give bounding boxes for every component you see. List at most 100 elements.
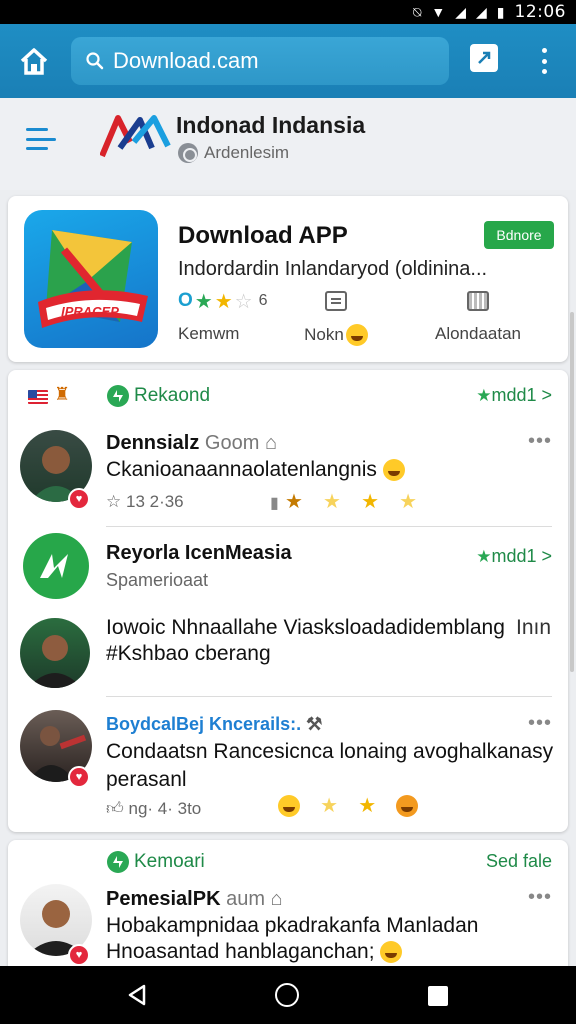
pin-icon: ⌂ [264, 432, 278, 454]
post-text-right: Inın [516, 616, 552, 639]
star-icon: ★ [323, 491, 341, 513]
wifi-icon: ▼ [431, 4, 446, 20]
pin-icon: ⌂ [270, 888, 283, 910]
post-options-icon[interactable]: ••• [528, 430, 552, 453]
gallery-icon [467, 291, 489, 311]
post-text: Condaatsn Rancesicnca lonaing avoghalkan… [106, 740, 554, 791]
app-card[interactable]: IPRACEP Download APP Bdnore Indordardin … [8, 196, 568, 362]
star-outline-icon: ☆ [106, 492, 122, 511]
star-icon: ★ [476, 547, 492, 566]
star-icon: ★ [399, 491, 418, 513]
bottle-icon: ▮ [270, 495, 279, 512]
post-text-content: Ckanioanaannaolatenlangnis [106, 458, 377, 481]
scrollbar[interactable] [570, 312, 574, 672]
tab-switch-icon [478, 51, 491, 64]
document-icon [325, 291, 347, 311]
post-stats: ☆ 13 2·36 [106, 492, 184, 512]
post-more-text: mdd1 > [491, 546, 552, 566]
trophy-icon: ♜ [54, 384, 71, 404]
divider [106, 526, 552, 527]
channel-logo-icon[interactable] [22, 532, 90, 600]
site-subtitle: Ardenlesim [178, 143, 289, 163]
url-text: Download.cam [113, 48, 259, 73]
app-logo-graphic: IPRACEP [38, 230, 148, 328]
star-icon: ★ [361, 491, 379, 513]
post-author[interactable]: Dennsialz Goom ⌂ [106, 432, 277, 455]
url-bar[interactable]: Download.cam [71, 37, 449, 85]
hamburger-menu-icon[interactable] [26, 128, 56, 150]
section-title: Kemoari [134, 851, 205, 872]
smile-emoji-icon [380, 941, 403, 964]
post-author-name: Dennsialz [106, 432, 200, 454]
status-bar: ⍉ ▼ ◢ ◢ ▮ 12:06 [0, 0, 576, 24]
post-subtitle: Spamerioaat [106, 570, 209, 590]
section-more-link[interactable]: ★mdd1 > [476, 385, 552, 406]
site-header: Indonad Indansia Ardenlesim [0, 98, 576, 190]
search-icon [86, 52, 104, 70]
star-icon: ★ [214, 290, 233, 313]
heart-badge-icon: ♥ [68, 944, 90, 966]
browser-toolbar: Download.cam [0, 24, 576, 98]
post-author[interactable]: Reyorla IcenMeasia [106, 542, 292, 565]
heart-badge-icon: ♥ [68, 766, 90, 788]
post-author[interactable]: PemesialPK aum ⌂ [106, 888, 283, 911]
app-meta: O ★ ★ ☆ 6 Kemwm Nokn Alondaatan [178, 288, 558, 346]
section-more-link[interactable]: Sed fale [486, 851, 552, 872]
post-stats: 👍︎ ng· 4· 3to [106, 798, 201, 819]
star-icon: ★ [476, 386, 492, 405]
smile-emoji-icon [345, 324, 368, 346]
meta-rating: O ★ ★ ☆ 6 Kemwm [178, 288, 278, 344]
install-button[interactable]: Bdnore [484, 221, 554, 249]
star-icon: ★ [284, 491, 303, 513]
globe-icon [178, 143, 198, 163]
post-author-name: PemesialPK [106, 888, 221, 910]
home-circle-icon[interactable] [275, 983, 299, 1007]
tabs-button[interactable] [470, 44, 498, 72]
signal-icon-2: ◢ [476, 3, 487, 20]
system-nav-bar [0, 966, 576, 1024]
site-logo[interactable] [100, 112, 172, 162]
post-stats-text: 13 2·36 [125, 492, 184, 511]
app-title: Download APP [178, 222, 348, 249]
star-icon: ★ [194, 290, 213, 313]
recommend-icon [107, 385, 129, 407]
post-more-link[interactable]: ★mdd1 > [476, 546, 552, 567]
post-author-meta: Goom [204, 432, 260, 454]
post-text-line1: Iowoic Nhnaallahe Viasksloadadidemblang [106, 616, 505, 639]
menu-dot [541, 48, 547, 53]
divider [106, 696, 552, 697]
laugh-emoji-icon [382, 459, 405, 482]
back-icon[interactable] [126, 984, 148, 1006]
post-author-meta: aum [226, 888, 265, 910]
flag-icon [28, 390, 48, 404]
app-icon[interactable]: IPRACEP [24, 210, 158, 348]
post-stats-text: ng· 4· 3to [128, 799, 202, 818]
post-author-name: BoydcalBej Kncerails:. [106, 714, 302, 734]
post-options-icon[interactable]: ••• [528, 886, 552, 909]
status-time: 12:06 [514, 2, 566, 22]
meta-label-2: Nokn [304, 325, 344, 344]
recommend-icon [107, 851, 129, 873]
verified-icon: ⚒ [306, 714, 323, 734]
avatar[interactable] [20, 618, 90, 688]
post-author[interactable]: BoydcalBej Kncerails:. ⚒ [106, 714, 322, 735]
meta-images: Alondaatan [418, 288, 538, 344]
feed-card: ♜ Rekaond ★mdd1 > ♥ Dennsialz Goom ⌂ •••… [8, 370, 568, 832]
post-text-line2-content: Hnoasantad hanblaganchan; [106, 940, 375, 963]
reaction-row[interactable]: ▮ ★ ★ ★ ★ [270, 488, 417, 514]
post-options-icon[interactable]: ••• [528, 712, 552, 735]
wow-emoji-icon [396, 795, 419, 818]
vibrate-icon: ⍉ [412, 3, 422, 20]
like-icon: 👍︎ [106, 799, 124, 818]
post-text-line2: Hnoasantad hanblaganchan; [106, 938, 403, 966]
rating-prefix: O [178, 290, 193, 311]
reaction-row[interactable]: ★ ★ [278, 792, 419, 818]
app-description: Indordardin Inlandaryod (oldinina... [178, 258, 488, 280]
overflow-menu-button[interactable] [534, 46, 554, 76]
feed-card-2: Kemoari Sed fale ♥ PemesialPK aum ⌂ ••• … [8, 840, 568, 968]
recents-icon[interactable] [428, 986, 448, 1006]
star-empty-icon: ☆ [234, 290, 253, 313]
home-button[interactable] [16, 44, 52, 80]
battery-icon: ▮ [496, 3, 505, 20]
section-title: Rekaond [134, 385, 211, 406]
